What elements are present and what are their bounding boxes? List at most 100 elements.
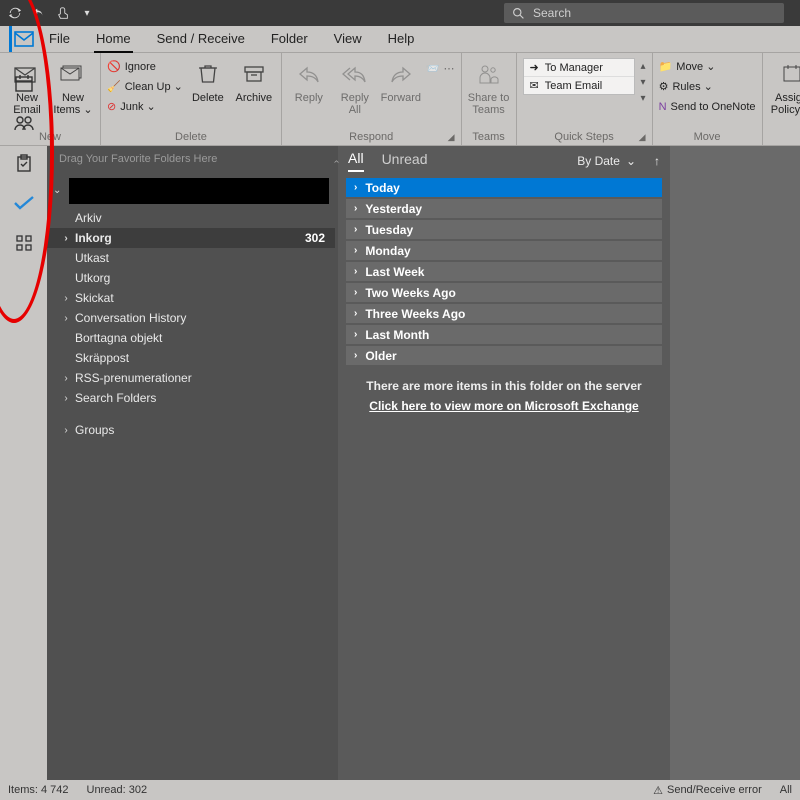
favorites-drop-zone[interactable]: Drag Your Favorite Folders Here <box>47 146 335 172</box>
onenote-icon: N <box>659 98 667 116</box>
clean-up-button[interactable]: 🧹Clean Up ⌄ <box>107 78 183 96</box>
sort-direction-button[interactable]: ↑ <box>654 154 660 168</box>
group-last-month[interactable]: ›Last Month <box>346 325 662 344</box>
reply-all-button[interactable]: Reply All <box>334 56 376 116</box>
rules-button[interactable]: ⚙Rules ⌄ <box>659 78 756 96</box>
respond-more-button[interactable]: 📨⋯ <box>426 60 455 78</box>
delete-label: Delete <box>192 92 224 104</box>
account-chevron-icon[interactable]: ⌄ <box>53 185 63 196</box>
touch-mode-icon[interactable] <box>54 4 72 22</box>
chevron-right-icon: › <box>61 233 71 244</box>
tab-send-receive[interactable]: Send / Receive <box>155 27 247 52</box>
respond-launcher-icon[interactable]: ◢ <box>448 132 455 143</box>
view-more-on-exchange-link[interactable]: Click here to view more on Microsoft Exc… <box>338 399 670 413</box>
folder-conversation-history[interactable]: ›Conversation History <box>47 308 335 328</box>
forward-icon <box>389 58 413 90</box>
ribbon-tab-strip: File Home Send / Receive Folder View Hel… <box>0 26 800 53</box>
search-icon <box>512 7 525 20</box>
ignore-button[interactable]: 🚫Ignore <box>107 58 183 76</box>
nav-calendar-icon[interactable] <box>9 70 39 96</box>
chevron-down-icon: ⌄ <box>626 154 636 168</box>
assign-policy-button[interactable]: Assign Policy ⌄ <box>769 56 800 116</box>
delete-button[interactable]: Delete <box>187 56 229 104</box>
chevron-right-icon: › <box>354 245 357 256</box>
group-two-weeks-ago[interactable]: ›Two Weeks Ago <box>346 283 662 302</box>
group-three-weeks-ago[interactable]: ›Three Weeks Ago <box>346 304 662 323</box>
group-last-week[interactable]: ›Last Week <box>346 262 662 281</box>
tab-home[interactable]: Home <box>94 27 133 52</box>
folder-inkorg[interactable]: ›Inkorg302 <box>47 228 335 248</box>
sync-icon[interactable] <box>6 4 24 22</box>
quick-step-to-manager[interactable]: ➜To Manager <box>524 59 634 77</box>
search-input[interactable]: Search <box>504 3 784 23</box>
search-placeholder: Search <box>533 6 571 20</box>
ribbon-group-teams: Share to Teams Teams <box>462 53 517 145</box>
quick-steps-down-icon[interactable]: ▾ <box>641 74 646 90</box>
junk-button[interactable]: ⊘Junk ⌄ <box>107 98 183 116</box>
folder-search-folders[interactable]: ›Search Folders <box>47 388 335 408</box>
quick-steps-launcher-icon[interactable]: ◢ <box>639 132 646 143</box>
to-manager-icon: ➜ <box>530 61 539 74</box>
folder-arkiv[interactable]: Arkiv <box>47 208 335 228</box>
collapse-gripper-icon[interactable]: ‹ <box>335 152 338 172</box>
quick-steps-gallery[interactable]: ➜To Manager ✉Team Email <box>523 58 635 95</box>
nav-mail-icon[interactable] <box>9 26 39 52</box>
group-label-delete: Delete <box>107 131 275 145</box>
reply-button[interactable]: Reply <box>288 56 330 104</box>
group-label-move: Move <box>659 131 756 145</box>
tab-view[interactable]: View <box>332 27 364 52</box>
folder-rss[interactable]: ›RSS-prenumerationer <box>47 368 335 388</box>
group-older[interactable]: ›Older <box>346 346 662 365</box>
sort-by-date-button[interactable]: By Date⌄ <box>577 154 636 168</box>
folder-skrappost[interactable]: Skräppost <box>47 348 335 368</box>
folder-utkast[interactable]: Utkast <box>47 248 335 268</box>
nav-people-icon[interactable] <box>9 110 39 136</box>
server-more-notice: There are more items in this folder on t… <box>338 379 670 413</box>
message-list-header: All Unread By Date⌄ ↑ <box>338 146 670 176</box>
share-to-teams-button[interactable]: Share to Teams <box>468 56 510 116</box>
folder-utkorg[interactable]: Utkorg <box>47 268 335 288</box>
nav-todo-icon[interactable] <box>9 190 39 216</box>
folder-borttagna[interactable]: Borttagna objekt <box>47 328 335 348</box>
group-tuesday[interactable]: ›Tuesday <box>346 220 662 239</box>
tab-help[interactable]: Help <box>386 27 417 52</box>
account-header-redacted[interactable] <box>69 178 329 204</box>
chevron-right-icon: › <box>61 393 71 404</box>
chevron-right-icon: › <box>354 329 357 340</box>
delete-icon <box>197 58 219 90</box>
quick-step-team-email[interactable]: ✉Team Email <box>524 77 634 94</box>
warning-icon: ⚠ <box>653 784 663 797</box>
message-group-list: ›Today ›Yesterday ›Tuesday ›Monday ›Last… <box>338 176 670 365</box>
quick-steps-more-icon[interactable]: ▾ <box>641 90 646 106</box>
archive-button[interactable]: Archive <box>233 56 275 104</box>
filter-all-tab[interactable]: All <box>348 150 364 172</box>
folder-skickat[interactable]: ›Skickat <box>47 288 335 308</box>
new-items-label: New Items ⌄ <box>53 92 92 116</box>
folder-inkorg-count: 302 <box>305 231 325 245</box>
qat-more-icon[interactable]: ▾ <box>78 4 96 22</box>
folder-groups[interactable]: ›Groups <box>47 420 335 440</box>
ribbon-group-respond: Reply Reply All Forward 📨⋯ Respond◢ <box>282 53 462 145</box>
more-icon: 📨 <box>426 60 440 78</box>
quick-steps-up-icon[interactable]: ▴ <box>641 58 646 74</box>
ribbon-group-tags: Assign Policy ⌄ Unrea Rea <box>763 53 800 145</box>
filter-unread-tab[interactable]: Unread <box>382 151 428 171</box>
group-today[interactable]: ›Today <box>346 178 662 197</box>
group-yesterday[interactable]: ›Yesterday <box>346 199 662 218</box>
folder-pane-splitter[interactable]: ‹ <box>335 146 338 780</box>
group-monday[interactable]: ›Monday <box>346 241 662 260</box>
app-navigation-bar <box>0 146 47 780</box>
nav-tasks-icon[interactable] <box>9 150 39 176</box>
tab-file[interactable]: File <box>47 27 72 52</box>
move-button[interactable]: 📁Move ⌄ <box>659 58 756 76</box>
forward-button[interactable]: Forward <box>380 56 422 104</box>
nav-more-apps-icon[interactable] <box>9 230 39 256</box>
group-label-quick-steps: Quick Steps◢ <box>523 131 646 145</box>
title-bar: ▾ Search <box>0 0 800 26</box>
new-items-button[interactable]: New Items ⌄ <box>52 56 94 116</box>
ribbon-group-move: 📁Move ⌄ ⚙Rules ⌄ NSend to OneNote Move <box>653 53 763 145</box>
send-to-onenote-button[interactable]: NSend to OneNote <box>659 98 756 116</box>
undo-icon[interactable] <box>30 4 48 22</box>
tab-folder[interactable]: Folder <box>269 27 310 52</box>
send-receive-error-button[interactable]: ⚠ Send/Receive error <box>653 784 762 797</box>
